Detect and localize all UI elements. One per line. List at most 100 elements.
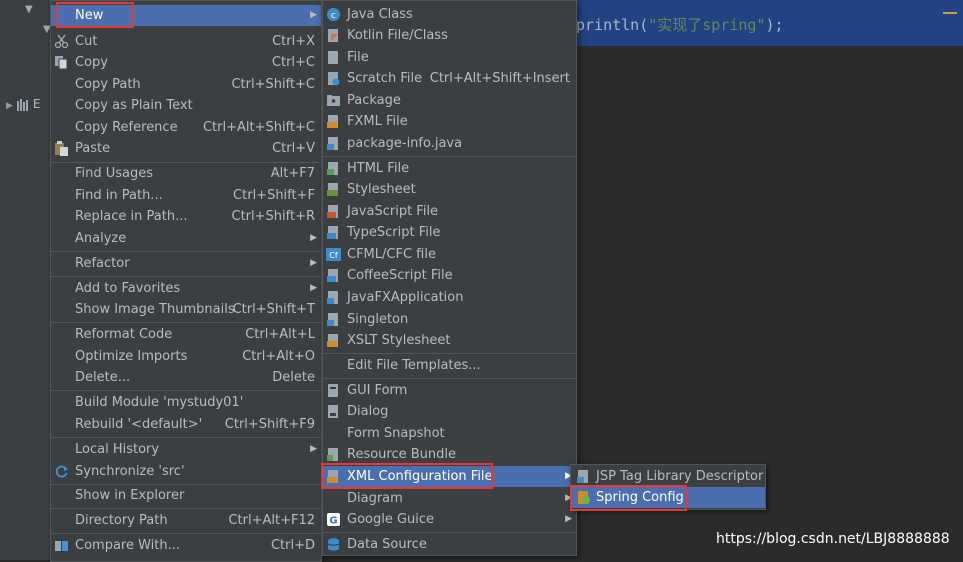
submenu-arrow-icon: ▶ [310, 283, 317, 293]
code-line: println("实现了spring"); [576, 14, 784, 35]
xslt-file-icon [327, 334, 338, 347]
tree-item-label: E [32, 97, 41, 111]
copy-icon [55, 56, 68, 70]
database-icon [327, 538, 340, 551]
cfml-badge: Cf [329, 251, 338, 260]
menu-item-delete[interactable]: Delete... Delete [51, 367, 321, 388]
menu-item-add-to-favorites[interactable]: Add to Favorites ▶ [51, 278, 321, 299]
menu-item-optimize-imports[interactable]: Optimize Imports Ctrl+Alt+O [51, 346, 321, 367]
project-panel [0, 0, 52, 560]
menu-item-local-history[interactable]: Local History ▶ [51, 439, 321, 460]
gui-form-icon [328, 384, 338, 397]
new-item-xslt-stylesheet[interactable]: XSLT Stylesheet [323, 330, 576, 351]
new-item-google-guice[interactable]: G Google Guice ▶ [323, 509, 576, 530]
menu-item-show-image-thumbnails[interactable]: Show Image Thumbnails Ctrl+Shift+T [51, 299, 321, 320]
menu-separator [51, 533, 321, 534]
menu-separator [51, 390, 321, 391]
new-item-html-file[interactable]: HTML File [323, 158, 576, 179]
dialog-icon [328, 405, 338, 418]
gutter-marker [943, 12, 957, 14]
java-class-icon: c [327, 8, 340, 21]
new-item-edit-file-templates[interactable]: Edit File Templates... [323, 355, 576, 376]
menu-separator [51, 322, 321, 323]
new-item-scratch-file[interactable]: Scratch File Ctrl+Alt+Shift+Insert [323, 68, 576, 89]
new-item-singleton[interactable]: Singleton [323, 309, 576, 330]
new-item-package-info[interactable]: package-info.java [323, 133, 576, 154]
watermark: https://blog.csdn.net/LBJ8888888 [716, 531, 950, 547]
menu-item-find-in-path[interactable]: Find in Path... Ctrl+Shift+F [51, 185, 321, 206]
highlight-box-new [56, 2, 134, 28]
new-item-cfml-file[interactable]: Cf CFML/CFC file [323, 244, 576, 265]
code-string: "实现了spring" [648, 16, 766, 34]
new-item-typescript-file[interactable]: TypeScript File [323, 222, 576, 243]
tree-expand-arrow-icon[interactable]: ▼ [25, 4, 33, 15]
new-item-javascript-file[interactable]: JavaScript File [323, 201, 576, 222]
menu-item-find-usages[interactable]: Find Usages Alt+F7 [51, 163, 321, 184]
menu-item-compare-with[interactable]: Compare With... Ctrl+D [51, 535, 321, 556]
new-item-file[interactable]: File [323, 47, 576, 68]
css-file-icon [327, 183, 338, 196]
library-icon [16, 98, 28, 111]
menu-separator [323, 532, 576, 533]
highlight-box-xml-config [321, 463, 493, 489]
new-item-java-class[interactable]: c Java Class [323, 4, 576, 25]
menu-separator [323, 353, 576, 354]
menu-item-synchronize[interactable]: Synchronize 'src' [51, 461, 321, 482]
xml-item-jsp-tag-library[interactable]: JSP Tag Library Descriptor [571, 466, 765, 487]
file-icon [328, 51, 338, 64]
new-item-coffeescript-file[interactable]: CoffeeScript File [323, 265, 576, 286]
fxml-file-icon [327, 115, 338, 128]
submenu-arrow-icon: ▶ [310, 233, 317, 243]
new-item-fxml-file[interactable]: FXML File [323, 111, 576, 132]
tree-item[interactable]: ▶ E [6, 97, 41, 111]
context-menu: New ▶ Cut Ctrl+X Copy Ctrl+C Copy Path Ctrl+… [50, 0, 322, 562]
new-item-stylesheet[interactable]: Stylesheet [323, 179, 576, 200]
google-guice-icon: G [327, 513, 340, 527]
new-item-dialog[interactable]: Dialog [323, 401, 576, 422]
menu-item-rebuild[interactable]: Rebuild '<default>' Ctrl+Shift+F9 [51, 414, 321, 435]
javascript-file-icon [327, 205, 338, 218]
menu-item-analyze[interactable]: Analyze ▶ [51, 228, 321, 249]
menu-item-replace-in-path[interactable]: Replace in Path... Ctrl+Shift+R [51, 206, 321, 227]
menu-separator [51, 251, 321, 252]
menu-item-cut[interactable]: Cut Ctrl+X [51, 31, 321, 52]
html-file-icon [327, 162, 338, 175]
menu-item-copy-path[interactable]: Copy Path Ctrl+Shift+C [51, 74, 321, 95]
menu-item-build-module[interactable]: Build Module 'mystudy01' [51, 392, 321, 413]
resource-bundle-icon [327, 448, 338, 461]
new-item-diagram[interactable]: Diagram ▶ [323, 488, 576, 509]
javafx-file-icon [327, 291, 338, 304]
new-item-data-source[interactable]: Data Source [323, 534, 576, 555]
menu-item-paste[interactable]: Paste Ctrl+V [51, 138, 321, 159]
menu-item-copy[interactable]: Copy Ctrl+C [51, 52, 321, 73]
scratch-file-icon [328, 72, 340, 86]
menu-item-copy-reference[interactable]: Copy Reference Ctrl+Alt+Shift+C [51, 117, 321, 138]
scissors-icon [54, 34, 69, 49]
new-item-resource-bundle[interactable]: Resource Bundle [323, 444, 576, 465]
highlight-box-spring-config [570, 485, 687, 511]
java-file-icon [327, 313, 338, 326]
menu-item-refactor[interactable]: Refactor ▶ [51, 253, 321, 274]
new-item-form-snapshot[interactable]: Form Snapshot [323, 423, 576, 444]
jsp-file-icon [577, 470, 588, 483]
submenu-arrow-icon: ▶ [565, 514, 572, 524]
new-item-javafx-application[interactable]: JavaFXApplication [323, 287, 576, 308]
menu-item-show-in-explorer[interactable]: Show in Explorer [51, 485, 321, 506]
coffeescript-file-icon [327, 269, 338, 282]
new-item-kotlin-file[interactable]: Kotlin File/Class [323, 25, 576, 46]
menu-item-copy-plain-text[interactable]: Copy as Plain Text [51, 95, 321, 116]
menu-separator [323, 378, 576, 379]
code-end: ); [765, 16, 784, 34]
menu-separator [51, 276, 321, 277]
menu-separator [323, 156, 576, 157]
submenu-arrow-icon: ▶ [310, 10, 317, 20]
tree-collapse-arrow-icon[interactable]: ▶ [6, 101, 13, 111]
new-item-package[interactable]: Package [323, 90, 576, 111]
paste-icon [55, 141, 68, 156]
menu-item-reformat-code[interactable]: Reformat Code Ctrl+Alt+L [51, 324, 321, 345]
submenu-arrow-icon: ▶ [310, 444, 317, 454]
menu-item-directory-path[interactable]: Directory Path Ctrl+Alt+F12 [51, 510, 321, 531]
submenu-arrow-icon: ▶ [310, 258, 317, 268]
new-item-gui-form[interactable]: GUI Form [323, 380, 576, 401]
package-icon [327, 95, 340, 106]
